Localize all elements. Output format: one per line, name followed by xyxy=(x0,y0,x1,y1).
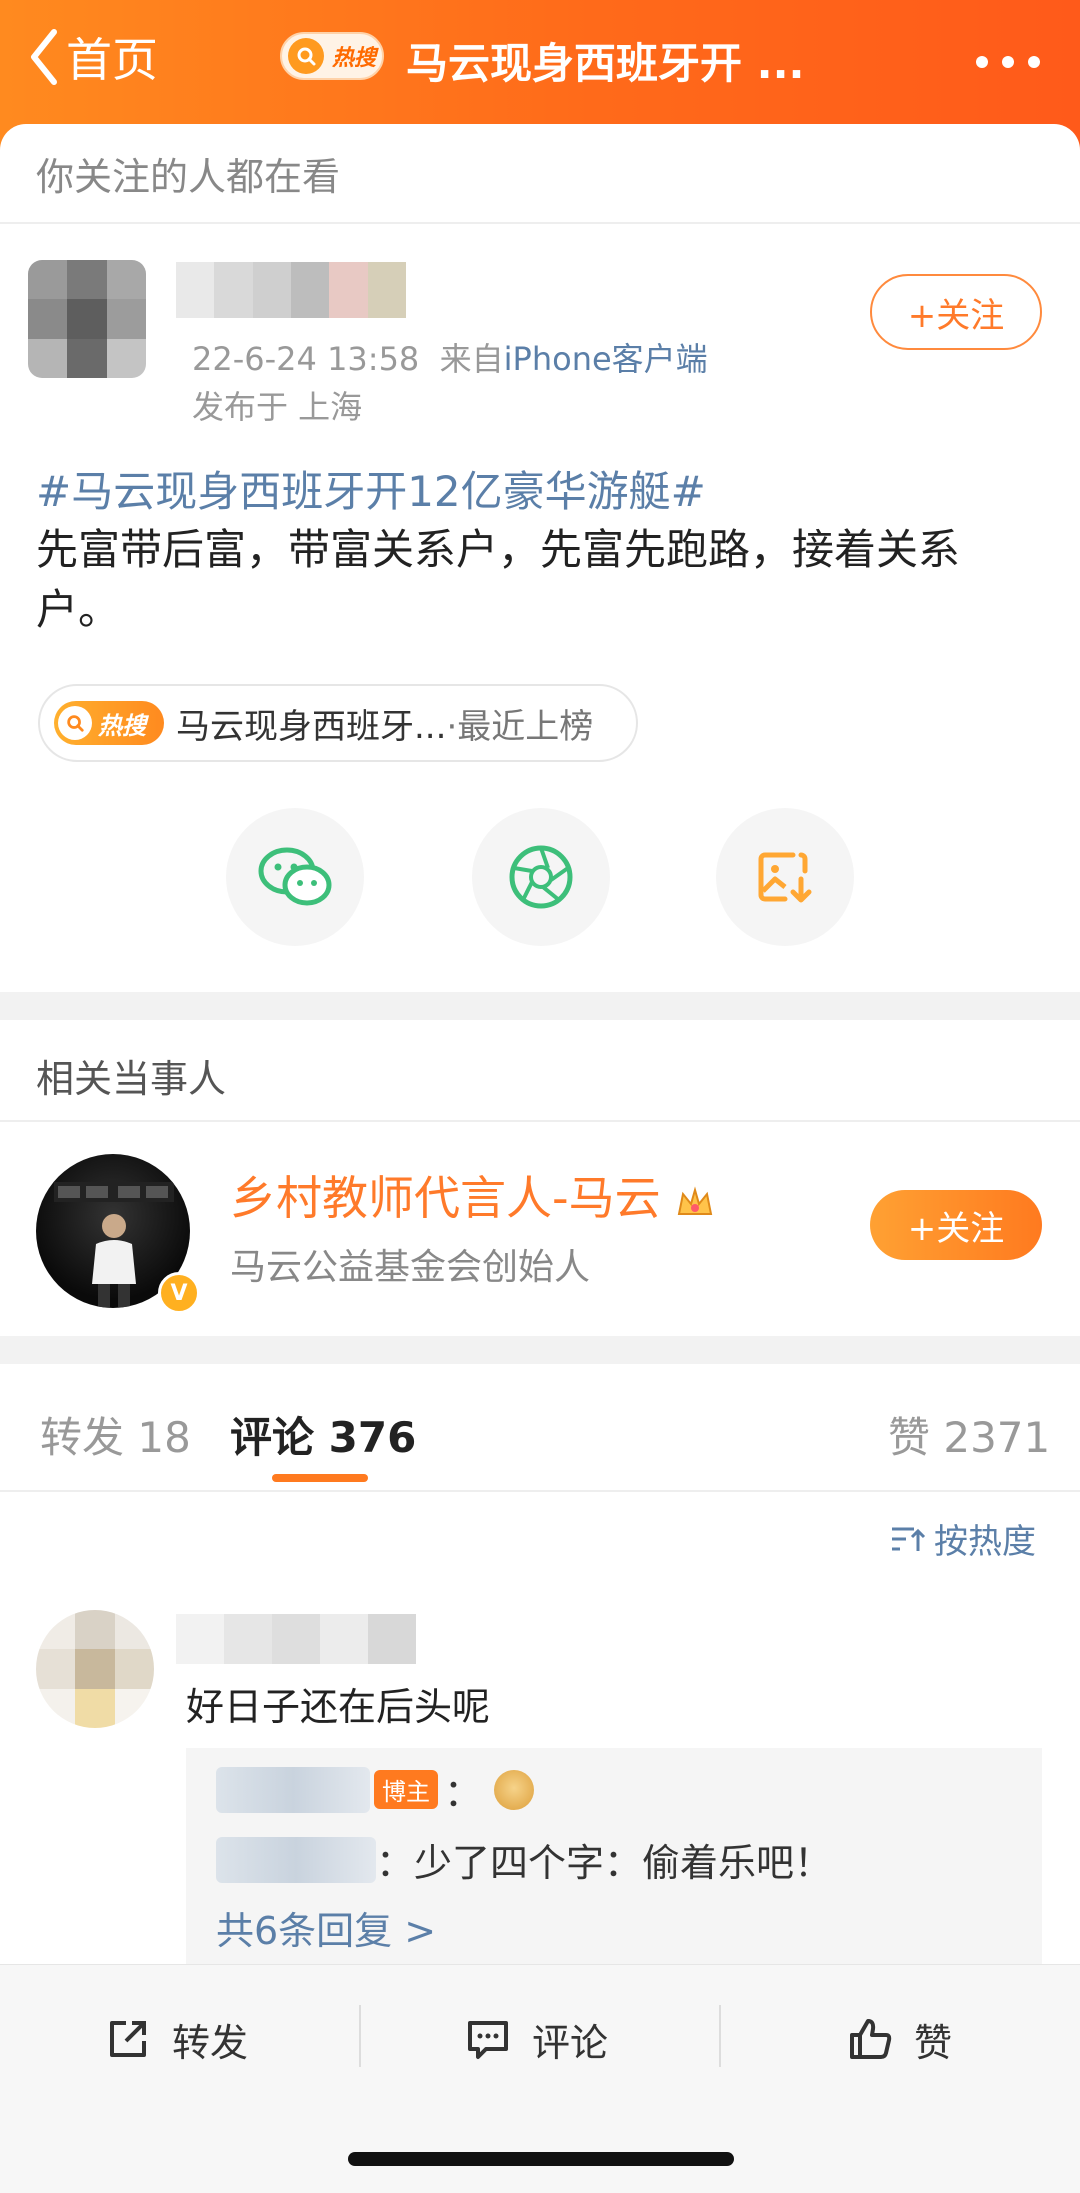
related-person-description: 马云公益基金会创始人 xyxy=(230,1247,591,1288)
related-person-name-text: 乡村教师代言人-马云 xyxy=(230,1171,661,1225)
author-tag-badge: 博主 xyxy=(374,1770,438,1809)
share-moments-button[interactable] xyxy=(472,808,610,946)
commenter-name[interactable] xyxy=(176,1614,416,1664)
post-source[interactable]: iPhone客户端 xyxy=(504,340,708,378)
section-header-following: 你关注的人都在看 xyxy=(36,155,341,199)
post-hashtag[interactable]: #马云现身西班牙开12亿豪华游艇# xyxy=(36,458,706,519)
post-location: 发布于 上海 xyxy=(192,388,363,426)
chevron-left-icon xyxy=(31,29,57,85)
reply-item: ：少了四个字：偷着乐吧！ xyxy=(216,1832,832,1887)
more-options-icon[interactable] xyxy=(976,56,1040,70)
sort-icon xyxy=(892,1527,926,1551)
active-tab-indicator xyxy=(272,1474,368,1482)
reply-item: 博主 ： xyxy=(216,1762,535,1817)
search-icon xyxy=(58,706,92,740)
reply-author-name[interactable] xyxy=(216,1766,370,1813)
comment-text: 好日子还在后头呢 xyxy=(186,1685,491,1729)
hot-search-badge[interactable]: 热搜 xyxy=(280,32,384,80)
divider xyxy=(359,2005,361,2067)
reply-preview-box[interactable]: 博主 ： ：少了四个字：偷着乐吧！ 共6条回复 > xyxy=(186,1748,1042,1964)
comment-icon xyxy=(468,2021,508,2059)
hot-search-chip[interactable]: 热搜 马云现身西班牙... ·最近上榜 xyxy=(38,684,638,762)
related-person-name[interactable]: 乡村教师代言人-马云 xyxy=(230,1162,715,1228)
home-indicator[interactable] xyxy=(348,2152,734,2166)
author-name[interactable] xyxy=(176,262,406,318)
share-wechat-button[interactable] xyxy=(226,808,364,946)
sort-label: 按热度 xyxy=(934,1522,1036,1562)
follow-related-person-button[interactable]: +关注 xyxy=(870,1190,1042,1260)
hot-search-chip-text: 马云现身西班牙... xyxy=(176,706,447,747)
tab-repost[interactable]: 转发 18 xyxy=(40,1404,191,1465)
share-external-icon xyxy=(110,2021,146,2057)
reply-author-name[interactable] xyxy=(216,1836,376,1883)
search-icon xyxy=(288,38,324,74)
reply-separator: ： xyxy=(444,1771,483,1815)
like-label: 赞 xyxy=(914,2020,953,2065)
divider xyxy=(0,1120,1080,1122)
comment-button[interactable]: 评论 xyxy=(464,2011,608,2067)
divider xyxy=(719,2005,721,2067)
repost-button[interactable]: 转发 xyxy=(104,2011,248,2067)
view-more-replies-link[interactable]: 共6条回复 > xyxy=(216,1900,436,1955)
crown-icon xyxy=(678,1185,713,1215)
comment-label: 评论 xyxy=(532,2020,609,2065)
save-image-button[interactable] xyxy=(716,808,854,946)
like-button[interactable]: 赞 xyxy=(846,2011,952,2067)
commenter-avatar[interactable] xyxy=(36,1610,154,1728)
post-card: 你关注的人都在看 22-6-24 13:58 来自iPhone客户端 发布于 上… xyxy=(0,124,1080,992)
post-meta: 22-6-24 13:58 来自iPhone客户端 xyxy=(192,334,708,380)
follow-author-button[interactable]: +关注 xyxy=(870,274,1042,350)
source-prefix: 来自 xyxy=(439,340,504,378)
reply-text: ：少了四个字：偷着乐吧！ xyxy=(376,1841,833,1885)
save-image-icon xyxy=(758,852,812,903)
divider xyxy=(0,222,1080,224)
thumbs-up-icon xyxy=(850,2019,892,2059)
wechat-icon xyxy=(258,847,332,906)
back-label: 首页 xyxy=(66,33,158,87)
sort-by-hot-button[interactable]: 按热度 xyxy=(890,1514,1036,1563)
hot-search-chip-badge: 热搜 xyxy=(54,701,164,745)
doge-emoji-icon xyxy=(494,1769,535,1810)
divider xyxy=(0,1490,1080,1492)
post-body: 先富带后富，带富关系户，先富先跑路，接着关系户。 xyxy=(36,525,961,634)
tab-like[interactable]: 赞 2371 xyxy=(888,1404,1050,1465)
verified-badge-icon: V xyxy=(158,1272,200,1314)
repost-label: 转发 xyxy=(172,2020,249,2065)
hot-search-chip-badge-label: 热搜 xyxy=(98,711,146,740)
comments-section: 转发 18 评论 376 赞 2371 按热度 好日子还在后头呢 博主 ： ：少… xyxy=(0,1364,1080,1964)
back-button[interactable]: 首页 xyxy=(28,26,158,88)
post-time: 22-6-24 13:58 xyxy=(192,340,420,378)
moments-icon xyxy=(509,845,573,909)
hot-badge-label: 热搜 xyxy=(332,46,377,71)
section-header-related: 相关当事人 xyxy=(36,1057,227,1101)
page-title: 马云现身西班牙开 ... xyxy=(406,39,805,86)
author-avatar[interactable] xyxy=(28,260,146,378)
hot-search-chip-suffix: ·最近上榜 xyxy=(446,706,594,747)
tab-comment[interactable]: 评论 376 xyxy=(230,1404,416,1465)
